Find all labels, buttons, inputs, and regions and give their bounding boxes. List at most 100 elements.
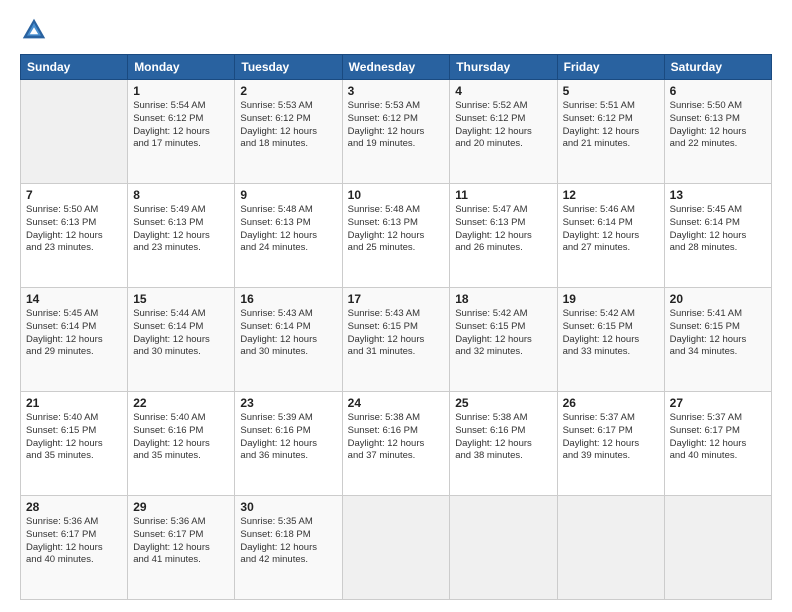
day-info: Sunrise: 5:39 AM Sunset: 6:16 PM Dayligh… xyxy=(240,412,336,463)
day-info: Sunrise: 5:51 AM Sunset: 6:12 PM Dayligh… xyxy=(563,100,659,151)
calendar-table: SundayMondayTuesdayWednesdayThursdayFrid… xyxy=(20,54,772,600)
day-number: 25 xyxy=(455,396,551,410)
day-cell: 21 Sunrise: 5:40 AM Sunset: 6:15 PM Dayli… xyxy=(21,392,128,496)
day-cell: 26Sunrise: 5:37 AM Sunset: 6:17 PM Dayli… xyxy=(557,392,664,496)
day-number: 1 xyxy=(133,84,229,98)
week-row-3: 14Sunrise: 5:45 AM Sunset: 6:14 PM Dayli… xyxy=(21,288,772,392)
day-number: 6 xyxy=(670,84,766,98)
day-number: 17 xyxy=(348,292,445,306)
day-cell: 8 Sunrise: 5:49 AM Sunset: 6:13 PM Daylig… xyxy=(128,184,235,288)
day-cell: 1 Sunrise: 5:54 AM Sunset: 6:12 PM Daylig… xyxy=(128,80,235,184)
day-info: Sunrise: 5:42 AM Sunset: 6:15 PM Dayligh… xyxy=(455,308,551,359)
header xyxy=(20,16,772,44)
day-number: 19 xyxy=(563,292,659,306)
day-cell xyxy=(21,80,128,184)
day-info: Sunrise: 5:43 AM Sunset: 6:15 PM Dayligh… xyxy=(348,308,445,359)
day-info: Sunrise: 5:49 AM Sunset: 6:13 PM Dayligh… xyxy=(133,204,229,255)
day-cell: 16 Sunrise: 5:43 AM Sunset: 6:14 PM Dayli… xyxy=(235,288,342,392)
day-cell: 6Sunrise: 5:50 AM Sunset: 6:13 PM Daylig… xyxy=(664,80,771,184)
week-row-1: 1 Sunrise: 5:54 AM Sunset: 6:12 PM Daylig… xyxy=(21,80,772,184)
day-info: Sunrise: 5:52 AM Sunset: 6:12 PM Dayligh… xyxy=(455,100,551,151)
day-header-thursday: Thursday xyxy=(450,55,557,80)
day-cell: 27 Sunrise: 5:37 AM Sunset: 6:17 PM Dayli… xyxy=(664,392,771,496)
logo xyxy=(20,16,52,44)
day-number: 20 xyxy=(670,292,766,306)
calendar-body: 1 Sunrise: 5:54 AM Sunset: 6:12 PM Daylig… xyxy=(21,80,772,600)
day-cell: 24Sunrise: 5:38 AM Sunset: 6:16 PM Dayli… xyxy=(342,392,450,496)
day-number: 3 xyxy=(348,84,445,98)
day-info: Sunrise: 5:54 AM Sunset: 6:12 PM Dayligh… xyxy=(133,100,229,151)
day-cell: 9 Sunrise: 5:48 AM Sunset: 6:13 PM Daylig… xyxy=(235,184,342,288)
day-cell: 14Sunrise: 5:45 AM Sunset: 6:14 PM Dayli… xyxy=(21,288,128,392)
day-cell: 23 Sunrise: 5:39 AM Sunset: 6:16 PM Dayli… xyxy=(235,392,342,496)
day-number: 16 xyxy=(240,292,336,306)
day-number: 7 xyxy=(26,188,122,202)
day-info: Sunrise: 5:43 AM Sunset: 6:14 PM Dayligh… xyxy=(240,308,336,359)
day-header-sunday: Sunday xyxy=(21,55,128,80)
header-row: SundayMondayTuesdayWednesdayThursdayFrid… xyxy=(21,55,772,80)
day-cell: 20 Sunrise: 5:41 AM Sunset: 6:15 PM Dayli… xyxy=(664,288,771,392)
day-info: Sunrise: 5:50 AM Sunset: 6:13 PM Dayligh… xyxy=(26,204,122,255)
day-info: Sunrise: 5:40 AM Sunset: 6:16 PM Dayligh… xyxy=(133,412,229,463)
day-info: Sunrise: 5:45 AM Sunset: 6:14 PM Dayligh… xyxy=(26,308,122,359)
calendar-header: SundayMondayTuesdayWednesdayThursdayFrid… xyxy=(21,55,772,80)
week-row-2: 7 Sunrise: 5:50 AM Sunset: 6:13 PM Daylig… xyxy=(21,184,772,288)
day-header-tuesday: Tuesday xyxy=(235,55,342,80)
day-number: 8 xyxy=(133,188,229,202)
day-info: Sunrise: 5:37 AM Sunset: 6:17 PM Dayligh… xyxy=(563,412,659,463)
day-info: Sunrise: 5:48 AM Sunset: 6:13 PM Dayligh… xyxy=(348,204,445,255)
day-number: 29 xyxy=(133,500,229,514)
day-cell: 17 Sunrise: 5:43 AM Sunset: 6:15 PM Dayli… xyxy=(342,288,450,392)
day-number: 27 xyxy=(670,396,766,410)
day-info: Sunrise: 5:48 AM Sunset: 6:13 PM Dayligh… xyxy=(240,204,336,255)
day-number: 30 xyxy=(240,500,336,514)
day-cell: 12Sunrise: 5:46 AM Sunset: 6:14 PM Dayli… xyxy=(557,184,664,288)
day-number: 21 xyxy=(26,396,122,410)
day-header-saturday: Saturday xyxy=(664,55,771,80)
day-number: 15 xyxy=(133,292,229,306)
day-cell: 22 Sunrise: 5:40 AM Sunset: 6:16 PM Dayli… xyxy=(128,392,235,496)
day-number: 18 xyxy=(455,292,551,306)
day-info: Sunrise: 5:53 AM Sunset: 6:12 PM Dayligh… xyxy=(240,100,336,151)
day-info: Sunrise: 5:46 AM Sunset: 6:14 PM Dayligh… xyxy=(563,204,659,255)
logo-icon xyxy=(20,16,48,44)
day-info: Sunrise: 5:35 AM Sunset: 6:18 PM Dayligh… xyxy=(240,516,336,567)
day-cell: 13 Sunrise: 5:45 AM Sunset: 6:14 PM Dayli… xyxy=(664,184,771,288)
day-number: 10 xyxy=(348,188,445,202)
day-number: 9 xyxy=(240,188,336,202)
day-number: 23 xyxy=(240,396,336,410)
day-number: 11 xyxy=(455,188,551,202)
day-cell: 11Sunrise: 5:47 AM Sunset: 6:13 PM Dayli… xyxy=(450,184,557,288)
day-info: Sunrise: 5:37 AM Sunset: 6:17 PM Dayligh… xyxy=(670,412,766,463)
day-cell: 3Sunrise: 5:53 AM Sunset: 6:12 PM Daylig… xyxy=(342,80,450,184)
day-cell: 5Sunrise: 5:51 AM Sunset: 6:12 PM Daylig… xyxy=(557,80,664,184)
week-row-4: 21 Sunrise: 5:40 AM Sunset: 6:15 PM Dayli… xyxy=(21,392,772,496)
day-cell: 25 Sunrise: 5:38 AM Sunset: 6:16 PM Dayli… xyxy=(450,392,557,496)
day-number: 28 xyxy=(26,500,122,514)
day-number: 22 xyxy=(133,396,229,410)
day-info: Sunrise: 5:36 AM Sunset: 6:17 PM Dayligh… xyxy=(26,516,122,567)
day-info: Sunrise: 5:40 AM Sunset: 6:15 PM Dayligh… xyxy=(26,412,122,463)
day-info: Sunrise: 5:38 AM Sunset: 6:16 PM Dayligh… xyxy=(455,412,551,463)
day-cell: 30 Sunrise: 5:35 AM Sunset: 6:18 PM Dayli… xyxy=(235,496,342,600)
day-info: Sunrise: 5:41 AM Sunset: 6:15 PM Dayligh… xyxy=(670,308,766,359)
day-cell: 7 Sunrise: 5:50 AM Sunset: 6:13 PM Daylig… xyxy=(21,184,128,288)
day-header-friday: Friday xyxy=(557,55,664,80)
day-number: 2 xyxy=(240,84,336,98)
day-info: Sunrise: 5:45 AM Sunset: 6:14 PM Dayligh… xyxy=(670,204,766,255)
day-header-monday: Monday xyxy=(128,55,235,80)
day-cell xyxy=(450,496,557,600)
day-info: Sunrise: 5:42 AM Sunset: 6:15 PM Dayligh… xyxy=(563,308,659,359)
day-cell: 10 Sunrise: 5:48 AM Sunset: 6:13 PM Dayli… xyxy=(342,184,450,288)
day-number: 4 xyxy=(455,84,551,98)
day-info: Sunrise: 5:44 AM Sunset: 6:14 PM Dayligh… xyxy=(133,308,229,359)
day-cell: 19 Sunrise: 5:42 AM Sunset: 6:15 PM Dayli… xyxy=(557,288,664,392)
day-cell xyxy=(557,496,664,600)
day-cell xyxy=(342,496,450,600)
day-cell: 4 Sunrise: 5:52 AM Sunset: 6:12 PM Daylig… xyxy=(450,80,557,184)
day-info: Sunrise: 5:36 AM Sunset: 6:17 PM Dayligh… xyxy=(133,516,229,567)
day-number: 13 xyxy=(670,188,766,202)
day-info: Sunrise: 5:38 AM Sunset: 6:16 PM Dayligh… xyxy=(348,412,445,463)
day-cell: 18 Sunrise: 5:42 AM Sunset: 6:15 PM Dayli… xyxy=(450,288,557,392)
day-cell: 15 Sunrise: 5:44 AM Sunset: 6:14 PM Dayli… xyxy=(128,288,235,392)
